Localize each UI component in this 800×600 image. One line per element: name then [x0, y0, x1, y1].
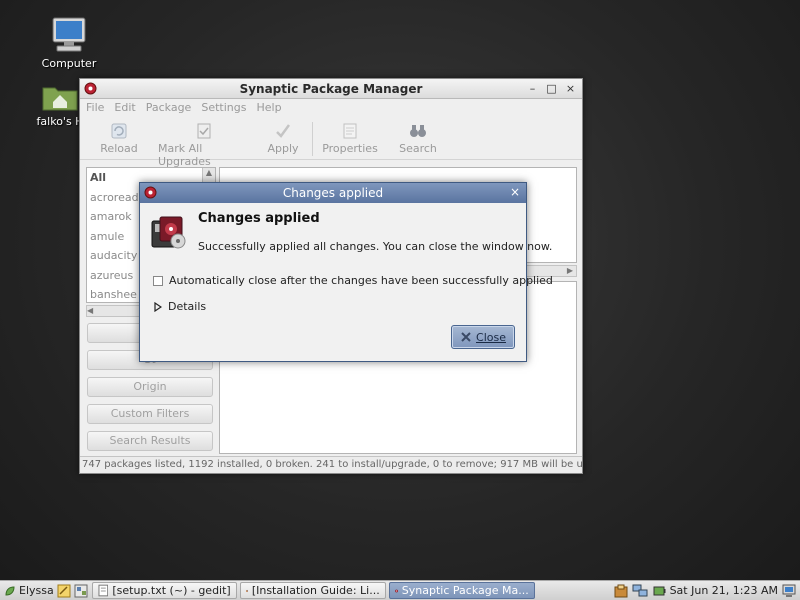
update-notifier-icon[interactable]: [614, 584, 628, 598]
show-desktop-icon[interactable]: [74, 584, 88, 598]
search-results-button[interactable]: Search Results: [87, 431, 213, 451]
computer-icon: [52, 17, 86, 52]
dialog-titlebar[interactable]: Changes applied ×: [140, 183, 526, 203]
system-tray: Sat Jun 21, 1:23 AM: [614, 581, 800, 600]
taskbar-item-gedit[interactable]: [setup.txt (~) - gedit]: [91, 582, 237, 599]
close-label: Close: [476, 330, 506, 344]
origin-filter-button[interactable]: Origin: [87, 377, 213, 397]
battery-icon[interactable]: [652, 584, 666, 598]
maximize-icon[interactable]: □: [544, 81, 559, 96]
user-name: Elyssa: [19, 584, 54, 597]
properties-button[interactable]: Properties: [315, 118, 385, 155]
firefox-icon: [245, 589, 248, 592]
taskbar: Elyssa [setup.txt (~) - gedit] [Installa…: [0, 580, 800, 600]
checkmark-icon: [276, 124, 291, 138]
taskbar-item-label: [setup.txt (~) - gedit]: [112, 584, 231, 597]
package-install-icon: [151, 216, 186, 249]
user-menu[interactable]: Elyssa: [0, 584, 92, 598]
document-icon: [98, 584, 108, 597]
close-button[interactable]: Close: [451, 325, 515, 349]
mark-all-label: Mark All Upgrades: [158, 142, 211, 168]
details-expander[interactable]: Details: [154, 300, 206, 313]
desktop-icon-label: falko's H: [36, 115, 84, 128]
search-label: Search: [399, 142, 437, 155]
taskbar-item-label: Synaptic Package Ma...: [401, 584, 529, 597]
details-label: Details: [168, 300, 207, 313]
taskbar-item-label: [Installation Guide: Li...: [251, 584, 380, 597]
desktop-icon-computer[interactable]: Computer: [31, 16, 107, 70]
taskbar-item-browser[interactable]: [Installation Guide: Li...: [239, 582, 386, 599]
scroll-right-icon[interactable]: ▶: [564, 266, 576, 276]
properties-icon: [343, 123, 357, 139]
menu-edit[interactable]: Edit: [114, 101, 135, 116]
binoculars-icon: [410, 125, 426, 137]
taskbar-item-synaptic[interactable]: Synaptic Package Ma...: [388, 582, 535, 599]
toolbar-separator: [312, 122, 313, 156]
status-bar: 747 packages listed, 1192 installed, 0 b…: [80, 456, 582, 473]
menu-settings[interactable]: Settings: [201, 101, 246, 116]
leaf-icon: [5, 585, 15, 596]
apply-button[interactable]: Apply: [256, 118, 310, 155]
window-title: Synaptic Package Manager: [239, 82, 423, 96]
search-button[interactable]: Search: [385, 118, 451, 155]
reload-label: Reload: [100, 142, 138, 155]
close-icon[interactable]: ×: [510, 185, 520, 199]
scroll-up-icon[interactable]: ▲: [203, 168, 215, 180]
menu-help[interactable]: Help: [256, 101, 281, 116]
reload-button[interactable]: Reload: [86, 118, 152, 155]
close-icon[interactable]: ×: [563, 81, 578, 96]
scroll-left-icon[interactable]: ◀: [87, 306, 93, 315]
toolbar: Reload Mark All Upgrades Apply Propertie…: [80, 118, 582, 168]
changes-applied-dialog: Changes applied × Changes applied Succes…: [139, 182, 553, 362]
synaptic-icon: [394, 589, 398, 592]
computer-icon[interactable]: [782, 584, 796, 598]
edit-icon[interactable]: [57, 584, 71, 598]
reload-icon: [111, 123, 127, 139]
desktop-icon-label: Computer: [41, 57, 97, 70]
menu-file[interactable]: File: [86, 101, 104, 116]
dialog-heading: Changes applied: [198, 211, 320, 226]
home-folder-icon: [42, 87, 78, 111]
window-titlebar[interactable]: Synaptic Package Manager – □ ×: [80, 79, 582, 99]
auto-close-checkbox-row[interactable]: Automatically close after the changes ha…: [153, 274, 553, 287]
custom-filters-button[interactable]: Custom Filters: [87, 404, 213, 424]
mark-upgrades-icon: [197, 123, 211, 139]
menubar: File Edit Package Settings Help: [80, 99, 582, 118]
mark-all-upgrades-button[interactable]: Mark All Upgrades: [152, 118, 256, 168]
expander-arrow-icon: [154, 301, 162, 312]
dialog-message: Successfully applied all changes. You ca…: [198, 240, 553, 253]
network-icon[interactable]: [632, 584, 648, 598]
dialog-title: Changes applied: [282, 186, 384, 200]
apply-label: Apply: [267, 142, 299, 155]
minimize-icon[interactable]: –: [525, 81, 540, 96]
close-x-icon: [461, 332, 471, 342]
properties-label: Properties: [322, 142, 378, 155]
auto-close-label: Automatically close after the changes ha…: [169, 274, 553, 287]
auto-close-checkbox[interactable]: [153, 275, 163, 286]
menu-package[interactable]: Package: [146, 101, 192, 116]
clock[interactable]: Sat Jun 21, 1:23 AM: [670, 584, 778, 597]
